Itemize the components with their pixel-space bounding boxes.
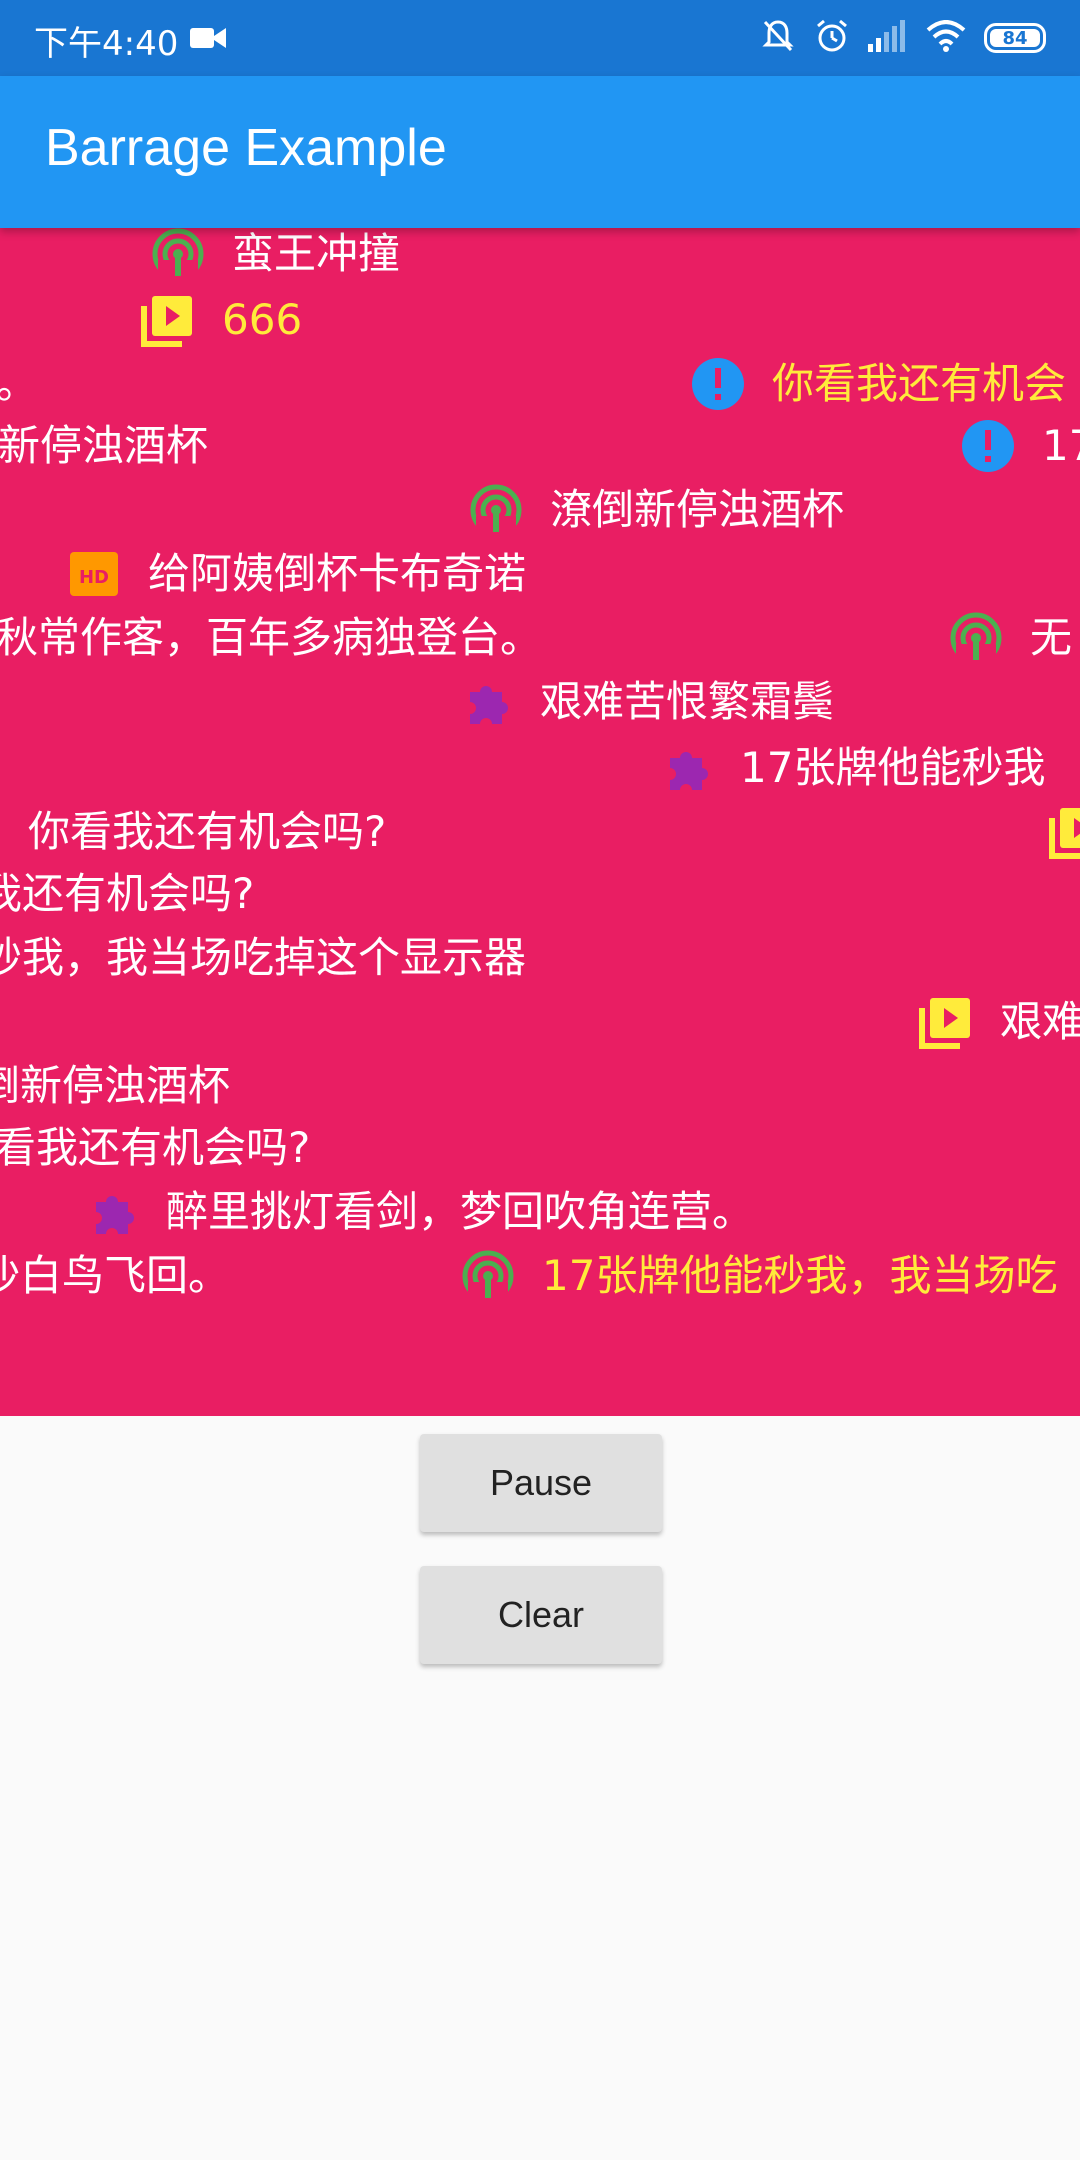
- barrage-item: HD 给阿姨倒杯卡布奇诺: [64, 544, 526, 604]
- video-library-icon: [0, 802, 4, 862]
- signal-icon: [946, 608, 1006, 668]
- barrage-text: 我还有机会吗?: [0, 869, 255, 918]
- video-library-icon: [138, 290, 198, 350]
- battery-icon: 84: [984, 23, 1046, 53]
- barrage-item: 秋常作客，百年多病独登台。: [0, 608, 542, 668]
- barrage-text: 醉里挑灯看剑，梦回吹角连营。: [166, 1187, 755, 1236]
- barrage-text: 艰难: [1000, 997, 1080, 1046]
- clear-button[interactable]: Clear: [420, 1566, 662, 1664]
- video-camera-icon: [190, 24, 226, 56]
- hd-icon: HD: [64, 544, 124, 604]
- barrage-item: 潦倒新停浊酒杯: [466, 480, 844, 540]
- signal-icon: [458, 1246, 518, 1306]
- barrage-area: 蛮王冲撞 666 。 你看我还有机会 新停浊酒杯 17 潦倒新停浊酒杯 HD 给…: [0, 228, 1080, 1416]
- barrage-item: 。: [0, 354, 38, 414]
- app-bar: Barrage Example: [0, 76, 1080, 228]
- page-title: Barrage Example: [45, 119, 447, 177]
- barrage-text: 你看我还有机会: [772, 359, 1067, 408]
- cell-signal-icon: [868, 20, 908, 56]
- barrage-text: 无: [1030, 613, 1073, 662]
- barrage-text: 新停浊酒杯: [0, 421, 209, 470]
- barrage-text: 666: [222, 295, 303, 344]
- alert-icon: [958, 416, 1018, 476]
- barrage-item: 17张牌他能秒我: [656, 738, 1045, 798]
- barrage-item: 你看我还有机会: [688, 354, 1066, 414]
- barrage-item: 17张牌他能秒我，我当场吃: [458, 1246, 1057, 1306]
- pause-button[interactable]: Pause: [420, 1434, 662, 1532]
- barrage-text: 秒我，我当场吃掉这个显示器: [0, 933, 527, 982]
- puzzle-icon: [456, 672, 516, 732]
- barrage-item: 蛮王冲撞: [148, 228, 400, 284]
- barrage-item: 666: [138, 290, 302, 350]
- status-bar: 下午4:40 84: [0, 0, 1080, 76]
- barrage-item: 无: [946, 608, 1072, 668]
- alarm-icon: [814, 18, 850, 58]
- barrage-text: 蛮王冲撞: [232, 229, 401, 278]
- barrage-item: 17: [958, 416, 1080, 476]
- barrage-text: 17张牌他能秒我，我当场吃: [542, 1251, 1058, 1300]
- barrage-text: 17: [1042, 421, 1080, 470]
- status-time: 下午4:40: [34, 24, 179, 64]
- puzzle-icon: [82, 1182, 142, 1242]
- signal-icon: [466, 480, 526, 540]
- puzzle-icon: [656, 738, 716, 798]
- wifi-icon: [926, 20, 966, 56]
- barrage-text: 潦倒新停浊酒杯: [550, 485, 845, 534]
- notifications-off-icon: [760, 18, 796, 58]
- barrage-text: 沙白鸟飞回。: [0, 1251, 231, 1300]
- barrage-item: 新停浊酒杯: [0, 416, 208, 476]
- barrage-text: 倒新停浊酒杯: [0, 1061, 231, 1110]
- barrage-item: 我还有机会吗?: [0, 864, 254, 924]
- barrage-item: 艰难苦恨繁霜鬓: [456, 672, 834, 732]
- barrage-item: 倒新停浊酒杯: [0, 1056, 230, 1116]
- barrage-text: 。: [0, 359, 39, 408]
- alert-icon: [688, 354, 748, 414]
- barrage-item: 沙白鸟飞回。: [0, 1246, 230, 1306]
- status-icons: 84: [760, 16, 1046, 60]
- signal-icon: [148, 228, 208, 284]
- battery-percent: 84: [1002, 27, 1028, 49]
- video-library-icon: [916, 992, 976, 1052]
- video-library-icon: [1046, 802, 1080, 862]
- barrage-text: 你看我还有机会吗?: [28, 807, 387, 856]
- barrage-item: 艰难: [916, 992, 1080, 1052]
- svg-text:HD: HD: [79, 567, 109, 588]
- barrage-text: 秋常作客，百年多病独登台。: [0, 613, 543, 662]
- barrage-text: 给阿姨倒杯卡布奇诺: [148, 549, 527, 598]
- barrage-item: 醉里挑灯看剑，梦回吹角连营。: [82, 1182, 754, 1242]
- barrage-item: 你看我还有机会吗?: [0, 802, 386, 862]
- barrage-item: 秒我，我当场吃掉这个显示器: [0, 928, 526, 988]
- barrage-text: 看我还有机会吗?: [0, 1123, 311, 1172]
- barrage-item: 看我还有机会吗?: [0, 1118, 310, 1178]
- barrage-item: [1046, 802, 1080, 862]
- controls: Pause Clear: [0, 1416, 1080, 2160]
- barrage-text: 艰难苦恨繁霜鬓: [540, 677, 835, 726]
- barrage-text: 17张牌他能秒我: [740, 743, 1046, 792]
